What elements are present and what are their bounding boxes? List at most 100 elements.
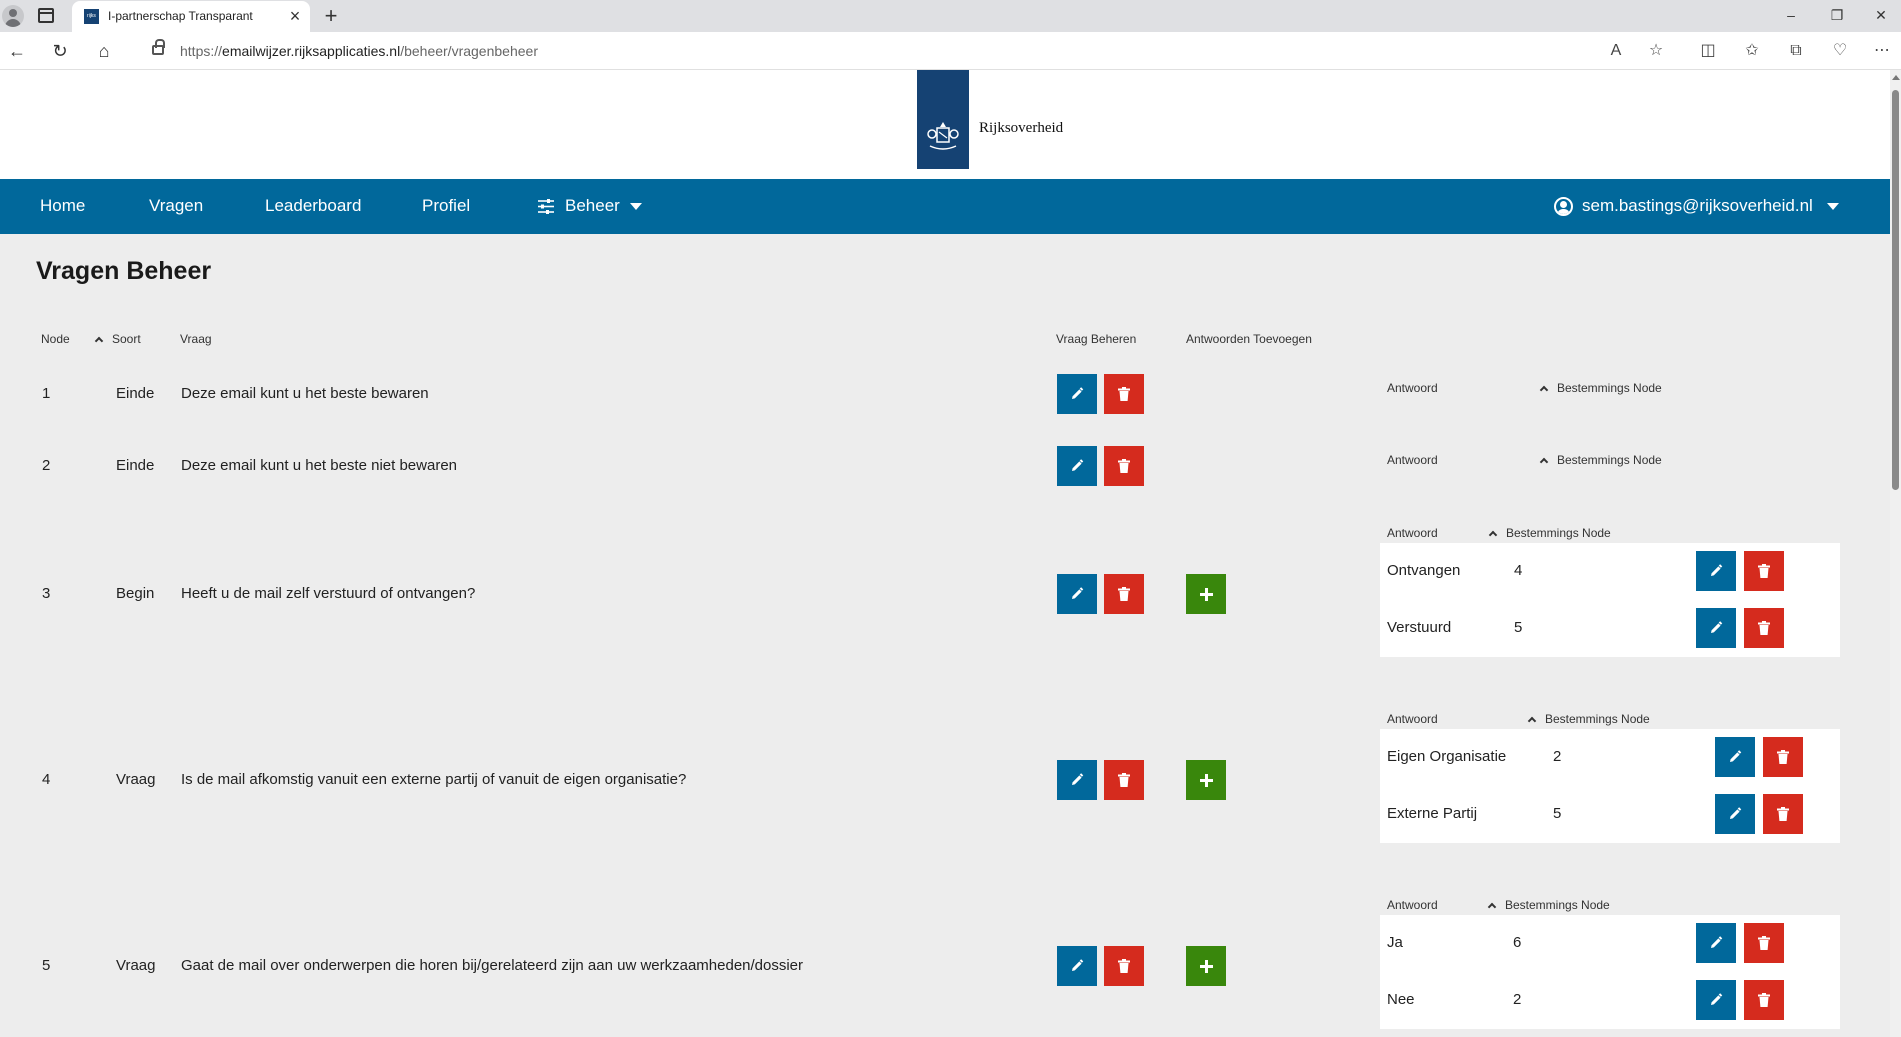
- edit-answer-button[interactable]: [1715, 737, 1755, 777]
- delete-answer-button[interactable]: [1744, 923, 1784, 963]
- delete-answer-button[interactable]: [1744, 608, 1784, 648]
- add-answer-icon: [1199, 587, 1213, 601]
- add-answer-icon: [1199, 959, 1213, 973]
- edit-answer-icon: [1730, 807, 1742, 819]
- edit-question-button[interactable]: [1057, 574, 1097, 614]
- edit-answer-button[interactable]: [1696, 551, 1736, 591]
- url-field[interactable]: https://emailwijzer.rijksapplicaties.nl/…: [136, 35, 1736, 67]
- edit-answer-button[interactable]: [1696, 980, 1736, 1020]
- nav-user-dropdown[interactable]: sem.bastings@rijksoverheid.nl: [1582, 196, 1839, 216]
- edit-answer-button[interactable]: [1696, 923, 1736, 963]
- nav-home[interactable]: Home: [40, 196, 85, 216]
- delete-answer-button[interactable]: [1763, 794, 1803, 834]
- restore-button[interactable]: ❐: [1814, 0, 1860, 32]
- nav-beheer-label: Beheer: [565, 196, 620, 215]
- tab-close-button[interactable]: ×: [284, 5, 306, 27]
- delete-answer-button[interactable]: [1744, 551, 1784, 591]
- answer-bestemmings-node: 5: [1553, 805, 1562, 822]
- delete-answer-button[interactable]: [1744, 980, 1784, 1020]
- answer-header-antwoord: Antwoord: [1387, 381, 1438, 395]
- delete-answer-button[interactable]: [1763, 737, 1803, 777]
- sort-up-icon: [1539, 457, 1549, 467]
- home-icon[interactable]: ⌂: [92, 39, 116, 63]
- rijksoverheid-logo[interactable]: [917, 70, 969, 169]
- browser-tab-active[interactable]: rijks I-partnerschap Transparant ×: [72, 1, 310, 32]
- edit-question-button[interactable]: [1057, 946, 1097, 986]
- browser-essentials-icon[interactable]: ♡: [1829, 40, 1851, 62]
- row-node: 1: [42, 385, 51, 402]
- delete-question-button[interactable]: [1104, 374, 1144, 414]
- sort-up-icon: [94, 336, 104, 346]
- row-soort: Begin: [116, 585, 155, 602]
- delete-question-button[interactable]: [1104, 446, 1144, 486]
- split-screen-icon[interactable]: ◫: [1697, 40, 1719, 62]
- answer-header-bestemmings-node[interactable]: Bestemmings Node: [1539, 381, 1662, 395]
- row-vraag: Deze email kunt u het beste bewaren: [181, 385, 429, 402]
- user-email: sem.bastings@rijksoverheid.nl: [1582, 196, 1813, 215]
- answer-antwoord: Verstuurd: [1387, 619, 1452, 636]
- answer-header-bestemmings-node[interactable]: Bestemmings Node: [1487, 898, 1610, 912]
- scroll-up-icon[interactable]: [1892, 75, 1900, 80]
- delete-answer-icon: [1758, 993, 1770, 1007]
- add-answer-button[interactable]: [1186, 574, 1226, 614]
- answer-antwoord: Ja: [1387, 934, 1403, 951]
- sort-up-icon: [1527, 716, 1537, 726]
- page-title: Vragen Beheer: [36, 257, 212, 285]
- favorites-icon[interactable]: ✩: [1741, 40, 1763, 62]
- edit-answer-button[interactable]: [1696, 608, 1736, 648]
- edit-question-icon: [1072, 387, 1084, 399]
- delete-question-button[interactable]: [1104, 946, 1144, 986]
- row-vraag: Is de mail afkomstig vanuit een externe …: [181, 771, 687, 788]
- column-header-vraag[interactable]: Vraag: [180, 332, 212, 346]
- tab-actions-icon[interactable]: [38, 8, 54, 23]
- url-domain: emailwijzer.rijksapplicaties.nl: [222, 43, 401, 59]
- row-soort: Vraag: [116, 771, 156, 788]
- nav-leaderboard[interactable]: Leaderboard: [265, 196, 361, 216]
- answer-bestemmings-node: 2: [1513, 991, 1522, 1008]
- answer-header-bestemmings-node[interactable]: Bestemmings Node: [1539, 453, 1662, 467]
- minimize-button[interactable]: –: [1768, 0, 1814, 32]
- add-answer-button[interactable]: [1186, 946, 1226, 986]
- crest-icon: [927, 122, 959, 150]
- page-scrollbar[interactable]: [1890, 70, 1901, 1037]
- refresh-icon[interactable]: ↻: [48, 39, 72, 63]
- collections-icon[interactable]: ⧉: [1785, 40, 1807, 62]
- column-header-soort[interactable]: Soort: [94, 332, 141, 346]
- lock-icon[interactable]: [152, 39, 165, 55]
- nav-vragen[interactable]: Vragen: [149, 196, 203, 216]
- read-aloud-icon[interactable]: A: [1605, 40, 1627, 62]
- favicon-icon: rijks: [84, 9, 99, 24]
- favorite-star-icon[interactable]: ☆: [1645, 40, 1667, 62]
- tab-title: I-partnerschap Transparant: [108, 9, 253, 23]
- add-answer-button[interactable]: [1186, 760, 1226, 800]
- back-icon[interactable]: ←: [5, 39, 29, 63]
- answer-bestemmings-node: 2: [1553, 748, 1562, 765]
- edit-question-button[interactable]: [1057, 760, 1097, 800]
- new-tab-button[interactable]: +: [318, 3, 344, 29]
- edit-question-button[interactable]: [1057, 374, 1097, 414]
- delete-question-icon: [1118, 459, 1130, 473]
- column-header-antwoorden-toevoegen: Antwoorden Toevoegen: [1186, 332, 1312, 346]
- nav-beheer-dropdown[interactable]: Beheer: [565, 196, 642, 216]
- row-node: 3: [42, 585, 51, 602]
- row-node: 2: [42, 457, 51, 474]
- browser-profile-icon[interactable]: [2, 5, 24, 27]
- delete-question-icon: [1118, 387, 1130, 401]
- row-vraag: Heeft u de mail zelf verstuurd of ontvan…: [181, 585, 476, 602]
- more-menu-icon[interactable]: ⋯: [1871, 40, 1893, 62]
- column-header-soort-label: Soort: [112, 332, 141, 346]
- delete-question-icon: [1118, 773, 1130, 787]
- nav-profiel[interactable]: Profiel: [422, 196, 470, 216]
- answer-bestemmings-node: 5: [1514, 619, 1523, 636]
- row-vraag: Gaat de mail over onderwerpen die horen …: [181, 957, 804, 974]
- answer-header-antwoord: Antwoord: [1387, 712, 1438, 726]
- answer-header-bestemmings-node[interactable]: Bestemmings Node: [1527, 712, 1650, 726]
- column-header-node[interactable]: Node: [41, 332, 70, 346]
- close-window-button[interactable]: ✕: [1858, 0, 1901, 32]
- delete-question-button[interactable]: [1104, 760, 1144, 800]
- edit-question-button[interactable]: [1057, 446, 1097, 486]
- delete-question-button[interactable]: [1104, 574, 1144, 614]
- answer-header-bestemmings-node[interactable]: Bestemmings Node: [1488, 526, 1611, 540]
- scrollbar-thumb[interactable]: [1892, 90, 1899, 490]
- edit-answer-button[interactable]: [1715, 794, 1755, 834]
